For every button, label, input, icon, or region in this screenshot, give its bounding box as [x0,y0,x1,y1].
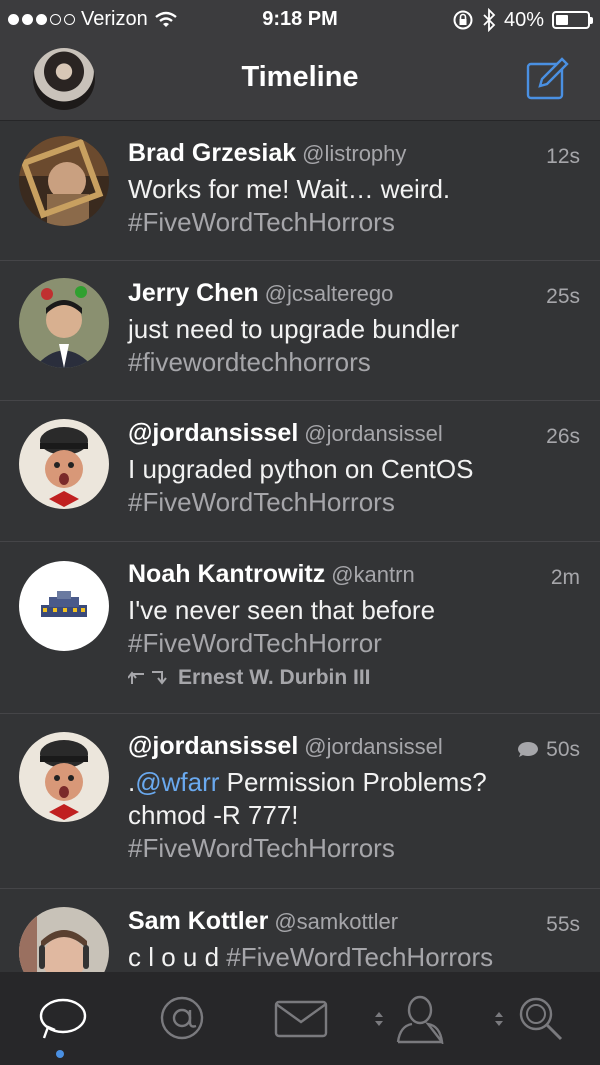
tweet-avatar[interactable] [19,732,109,822]
tweet-row[interactable]: Brad Grzesiak @listrophy 12s Works for me… [0,121,600,261]
retweet-icon [128,671,167,685]
retweet-attribution[interactable]: Ernest W. Durbin III [128,666,580,690]
reply-bubble-icon [518,742,539,757]
tweet-row[interactable]: Noah Kantrowitz @kantrn 2m I've never see… [0,542,600,714]
tab-profile[interactable] [360,972,480,1065]
hashtag-link[interactable]: #FiveWordTechHorrors [226,942,493,972]
user-name[interactable]: @jordansissel [128,419,298,447]
tweet-header: @jordansissel @jordansissel 26s [128,419,580,453]
retweeted-by[interactable]: Ernest W. Durbin III [178,666,371,690]
tweet-text: just need to upgrade bundler #fivewordte… [128,313,580,379]
tab-timeline[interactable] [0,972,120,1065]
timeline-bubble-icon [39,998,87,1039]
status-bar: Verizon 9:18 PM 40% [0,0,600,40]
tweet-header: Sam Kottler @samkottler 55s [128,907,580,941]
tweet-header: Jerry Chen @jcsalterego 25s [128,279,580,313]
search-options-icon[interactable] [494,1010,504,1028]
tweet-timestamp: 55s [546,913,580,936]
hashtag-link[interactable]: #FiveWordTechHorrors [128,832,580,865]
tab-messages[interactable] [240,972,360,1065]
search-magnifier-icon [519,997,563,1041]
battery-icon [552,11,593,29]
user-handle[interactable]: @samkottler [274,909,398,934]
tweet-avatar[interactable] [19,419,109,509]
navigation-bar: Timeline [0,40,600,121]
battery-percent: 40% [503,8,544,31]
user-name[interactable]: Brad Grzesiak [128,139,296,167]
tweet-text: I upgraded python on CentOS #FiveWordTec… [128,453,580,519]
messages-envelope-icon [274,1000,328,1038]
hashtag-link[interactable]: #FiveWordTechHorrors [128,206,580,239]
tweet-text: Works for me! Wait… weird. #FiveWordTech… [128,173,580,239]
mentions-at-icon [160,996,204,1040]
user-name[interactable]: Jerry Chen [128,279,259,307]
tweet-header: @jordansissel @jordansissel 50s [128,732,580,766]
hashtag-link[interactable]: #FiveWordTechHorrors [128,486,580,519]
tweet-header: Noah Kantrowitz @kantrn 2m [128,560,580,594]
timeline-list[interactable]: Brad Grzesiak @listrophy 12s Works for me… [0,121,600,972]
tweet-text: c l o u d #FiveWordTechHorrors [128,942,494,972]
bluetooth-icon [483,8,496,32]
tab-search[interactable] [480,972,600,1065]
tweet-timestamp: 25s [546,285,580,308]
rotation-lock-icon [453,10,473,30]
compose-icon[interactable] [524,56,570,102]
tweet-timestamp: 12s [546,145,580,168]
user-name[interactable]: Sam Kottler [128,907,268,935]
user-name[interactable]: @jordansissel [128,732,298,760]
tweet-text: .@wfarr Permission Problems? chmod -R 77… [128,766,580,865]
status-right: 40% [452,8,593,32]
tweet-timestamp: 50s [516,738,580,762]
tweet-text: I've never seen that before #FiveWordTec… [128,594,580,660]
tweet-timestamp: 2m [550,566,580,589]
user-handle[interactable]: @jordansissel [304,421,443,446]
user-handle[interactable]: @kantrn [331,562,414,587]
hashtag-link[interactable]: #FiveWordTechHorror [128,627,580,660]
user-handle[interactable]: @listrophy [302,141,406,166]
tweet-row[interactable]: @jordansissel @jordansissel 26s I upgrade… [0,401,600,542]
tweet-row[interactable]: @jordansissel @jordansissel 50s .@wfarr P… [0,714,600,889]
user-name[interactable]: Noah Kantrowitz [128,560,325,588]
tweet-timestamp: 26s [546,425,580,448]
user-handle[interactable]: @jordansissel [304,734,443,759]
tweet-avatar[interactable] [19,136,109,226]
tab-bar [0,972,600,1065]
profile-person-icon [396,995,444,1044]
tweet-avatar[interactable] [19,278,109,368]
tweet-header: Brad Grzesiak @listrophy 12s [128,139,580,173]
tweet-row[interactable]: Jerry Chen @jcsalterego 25s just need to … [0,261,600,401]
page-title: Timeline [241,61,359,93]
active-tab-indicator [56,1050,64,1058]
tab-mentions[interactable] [120,972,240,1065]
user-handle[interactable]: @jcsalterego [265,281,394,306]
account-switch-icon[interactable] [374,1010,384,1028]
tweet-avatar[interactable] [19,907,109,972]
tweet-row[interactable]: Sam Kottler @samkottler 55s c l o u d #Fi… [0,889,600,972]
hashtag-link[interactable]: #fivewordtechhorrors [128,346,580,379]
mention-link[interactable]: @wfarr [135,767,219,797]
tweet-avatar[interactable] [19,561,109,651]
